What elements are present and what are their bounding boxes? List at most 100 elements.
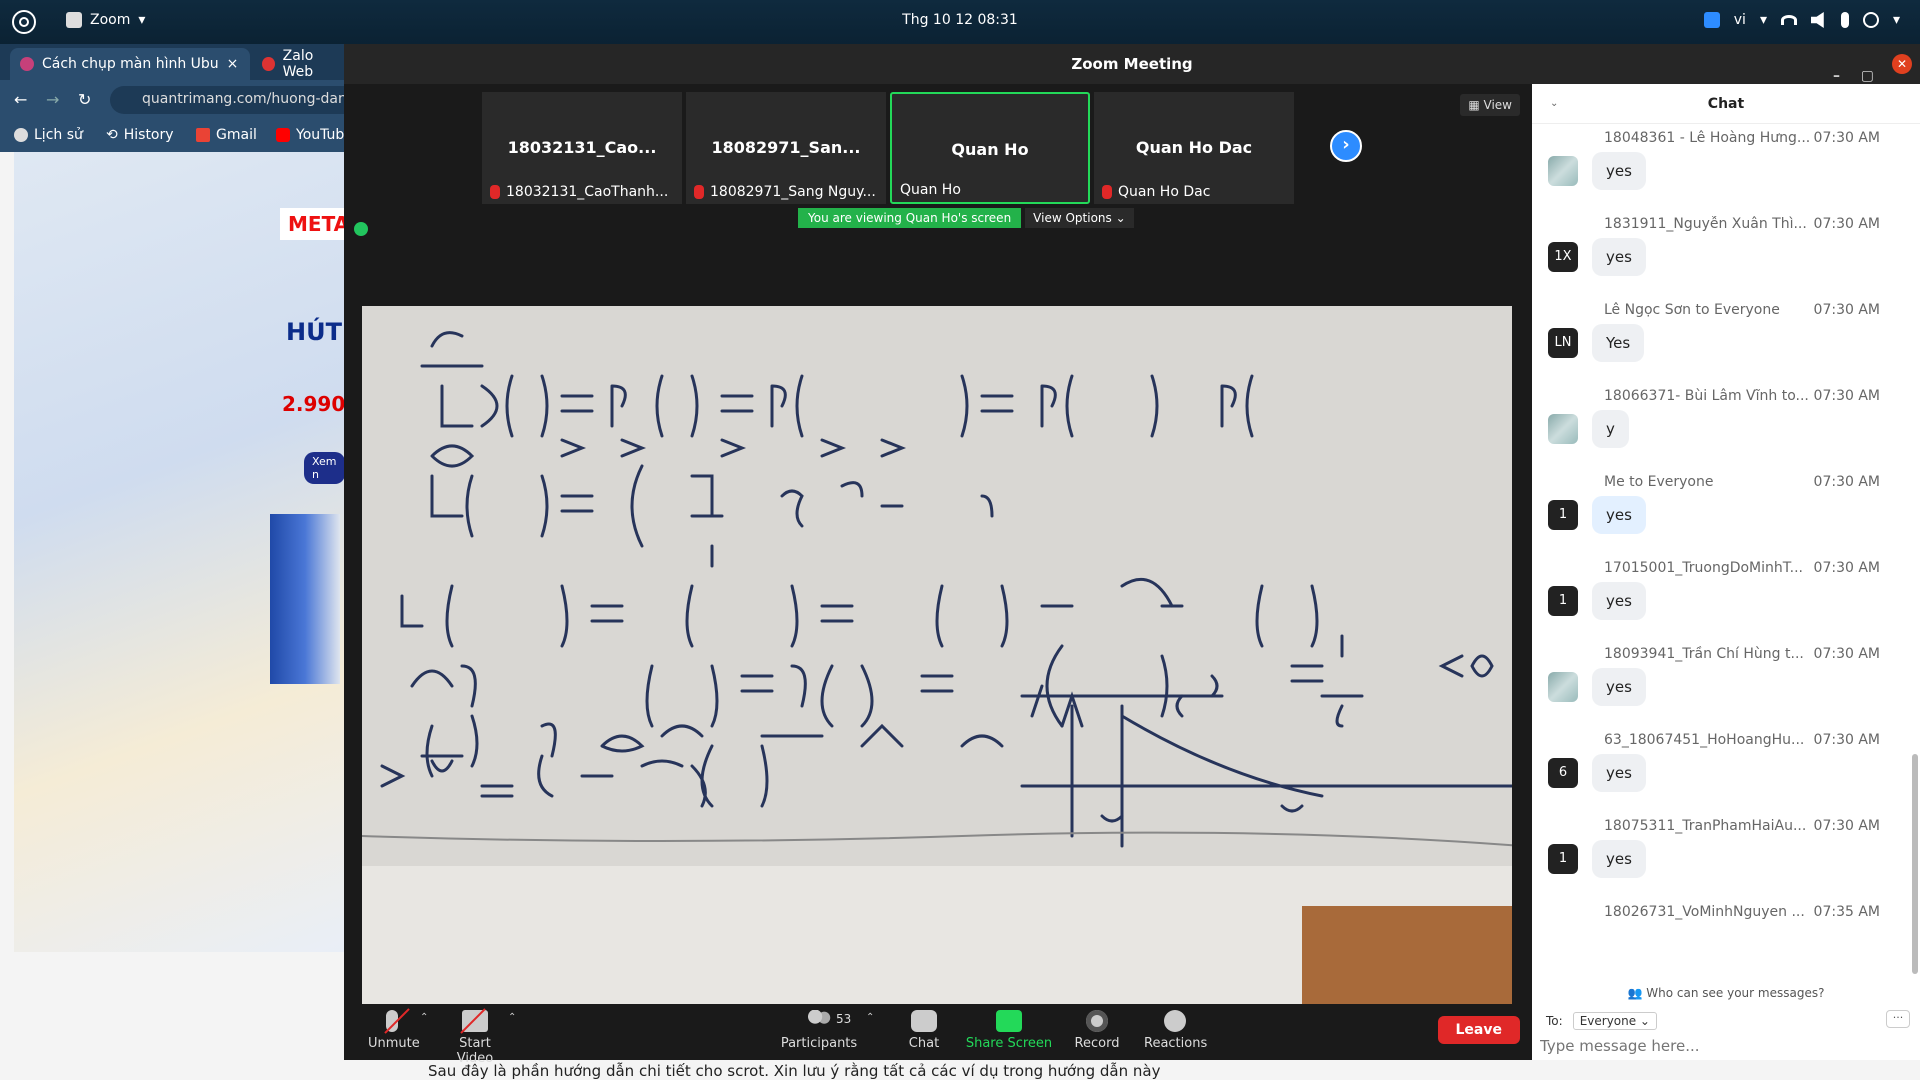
ad-cta-button[interactable]: Xem n bbox=[304, 452, 345, 484]
message-time: 07:35 AM bbox=[1813, 904, 1880, 920]
message-bubble: Yes bbox=[1592, 324, 1645, 362]
chat-messages[interactable]: 18048361 - Lê Hoàng Hưng... 07:30 AM yes 1X… bbox=[1532, 130, 1920, 930]
power-icon[interactable] bbox=[1862, 12, 1879, 28]
unmute-button[interactable]: Unmute bbox=[368, 1010, 420, 1051]
message-sender: 18075311_TranPhamHaiAu... bbox=[1604, 818, 1807, 834]
participant-thumb-active[interactable]: Quan Ho Quan Ho bbox=[890, 92, 1090, 204]
forward-arrow-icon[interactable]: → bbox=[46, 90, 59, 109]
tab-favicon-icon bbox=[262, 57, 275, 71]
chat-message: 1X 1831911_Nguyễn Xuân Thì... 07:30 AM yes bbox=[1532, 216, 1920, 302]
record-label: Record bbox=[1074, 1036, 1120, 1051]
message-bubble: yes bbox=[1592, 840, 1646, 878]
meeting-stage: 18032131_Cao... 18032131_CaoThanh... 180… bbox=[344, 84, 1532, 1046]
participant-name-large: 18032131_Cao... bbox=[507, 138, 657, 157]
participant-label: Quan Ho bbox=[900, 182, 961, 198]
microphone-icon[interactable] bbox=[1840, 12, 1849, 28]
participants-button[interactable]: 53 Participants bbox=[778, 1010, 860, 1051]
chat-label: Chat bbox=[908, 1036, 940, 1051]
gmail-icon bbox=[196, 128, 210, 142]
advertisement-banner[interactable]: META HÚT 2.990 Xem n bbox=[14, 152, 358, 952]
chevron-up-icon[interactable]: ⌃ bbox=[420, 1012, 428, 1023]
record-button[interactable]: Record bbox=[1074, 1010, 1120, 1051]
bookmark-youtube[interactable]: YouTube bbox=[276, 127, 353, 143]
chat-message: 1 Me to Everyone 07:30 AM yes bbox=[1532, 474, 1920, 560]
avatar[interactable]: LN bbox=[1548, 328, 1578, 358]
ad-headline: HÚT bbox=[286, 318, 342, 346]
tab-title: Zalo Web bbox=[282, 48, 314, 80]
avatar[interactable]: 1 bbox=[1548, 586, 1578, 616]
chat-panel: ⌄ Chat 18048361 - Lê Hoàng Hưng... 07:30 … bbox=[1532, 84, 1920, 1060]
view-options-button[interactable]: View Options ⌄ bbox=[1025, 208, 1134, 228]
message-sender: 1831911_Nguyễn Xuân Thì... bbox=[1604, 216, 1807, 232]
next-page-button[interactable]: › bbox=[1330, 130, 1362, 162]
avatar[interactable] bbox=[1548, 156, 1578, 186]
avatar[interactable]: 1X bbox=[1548, 242, 1578, 272]
message-time: 07:30 AM bbox=[1813, 388, 1880, 404]
bookmark-history-vi[interactable]: Lịch sử bbox=[14, 127, 83, 143]
message-time: 07:30 AM bbox=[1813, 216, 1880, 232]
system-clock[interactable]: Thg 10 12 08:31 bbox=[0, 12, 1920, 28]
bookmark-history[interactable]: ⟲ History bbox=[106, 127, 174, 143]
chat-message: 18048361 - Lê Hoàng Hưng... 07:30 AM yes bbox=[1532, 130, 1920, 216]
viewing-banner: You are viewing Quan Ho's screen View Op… bbox=[798, 208, 1134, 228]
globe-icon bbox=[14, 128, 28, 142]
participant-thumb[interactable]: 18032131_Cao... 18032131_CaoThanh... bbox=[482, 92, 682, 204]
chat-message: 18066371- Bùi Lâm Vĩnh to... 07:30 AM y bbox=[1532, 388, 1920, 474]
chevron-up-icon[interactable]: ⌃ bbox=[866, 1012, 874, 1023]
recipient-select[interactable]: Everyone ⌄ bbox=[1572, 1012, 1657, 1030]
message-time: 07:30 AM bbox=[1813, 560, 1880, 576]
message-time: 07:30 AM bbox=[1813, 646, 1880, 662]
avatar[interactable] bbox=[1548, 414, 1578, 444]
chevron-down-icon: ▾ bbox=[1759, 12, 1767, 28]
message-sender: 18066371- Bùi Lâm Vĩnh to... bbox=[1604, 388, 1809, 404]
volume-icon[interactable] bbox=[1810, 12, 1824, 28]
view-button[interactable]: ▦ View bbox=[1460, 94, 1520, 116]
message-time: 07:30 AM bbox=[1813, 302, 1880, 318]
reload-icon[interactable]: ↻ bbox=[78, 90, 91, 109]
input-language[interactable]: vi bbox=[1734, 12, 1746, 28]
message-bubble: yes bbox=[1592, 496, 1646, 534]
tab-title: Cách chụp màn hình Ubu bbox=[42, 56, 219, 72]
avatar[interactable]: 1 bbox=[1548, 500, 1578, 530]
privacy-link[interactable]: 👥 Who can see your messages? bbox=[1532, 986, 1920, 1000]
wifi-icon[interactable] bbox=[1780, 15, 1797, 25]
close-icon[interactable]: ✕ bbox=[1892, 54, 1912, 74]
ad-product-image bbox=[270, 514, 340, 684]
more-options-button[interactable]: ··· bbox=[1886, 1010, 1910, 1028]
encryption-shield-icon[interactable] bbox=[354, 222, 368, 236]
history-icon: ⟲ bbox=[106, 127, 118, 143]
start-video-button[interactable]: Start Video bbox=[440, 1010, 510, 1066]
avatar[interactable]: 1 bbox=[1548, 844, 1578, 874]
chat-scrollbar[interactable] bbox=[1912, 754, 1918, 974]
avatar[interactable] bbox=[1548, 672, 1578, 702]
participant-name: 18032131_CaoThanh... bbox=[506, 184, 669, 200]
participant-thumb[interactable]: Quan Ho Dac Quan Ho Dac bbox=[1094, 92, 1294, 204]
participant-name: Quan Ho Dac bbox=[1118, 184, 1211, 200]
message-time: 07:30 AM bbox=[1813, 818, 1880, 834]
participant-thumb[interactable]: 18082971_San... 18082971_Sang Nguy... bbox=[686, 92, 886, 204]
shared-screen[interactable] bbox=[362, 306, 1512, 1046]
system-top-bar: Zoom ▾ Thg 10 12 08:31 vi ▾ ▾ bbox=[0, 0, 1920, 44]
ad-price: 2.990 bbox=[282, 392, 346, 416]
participants-label: Participants bbox=[780, 1036, 858, 1051]
browser-tab-quantrimang[interactable]: Cách chụp màn hình Ubu × bbox=[10, 48, 250, 80]
bookmark-gmail[interactable]: Gmail bbox=[196, 127, 257, 143]
chevron-up-icon[interactable]: ⌃ bbox=[508, 1012, 516, 1023]
tab-favicon-icon bbox=[20, 57, 34, 71]
leave-button[interactable]: Leave bbox=[1437, 1016, 1520, 1044]
close-icon[interactable]: × bbox=[227, 56, 239, 72]
participant-name: 18082971_Sang Nguy... bbox=[710, 184, 876, 200]
reactions-button[interactable]: Reactions bbox=[1144, 1010, 1207, 1051]
chat-button[interactable]: Chat bbox=[904, 1010, 944, 1051]
message-bubble: yes bbox=[1592, 152, 1646, 190]
back-arrow-icon[interactable]: ← bbox=[14, 90, 27, 109]
collapse-chevron-icon[interactable]: ⌄ bbox=[1550, 84, 1558, 124]
chat-message-input[interactable] bbox=[1540, 1034, 1910, 1058]
share-screen-button[interactable]: Share Screen bbox=[964, 1010, 1054, 1051]
to-label: To: bbox=[1546, 1014, 1563, 1028]
meeting-controls: Unmute ⌃ Start Video ⌃ 53 Participants ⌃… bbox=[344, 1004, 1532, 1066]
chat-message: 1 17015001_TruongDoMinhT... 07:30 AM yes bbox=[1532, 560, 1920, 646]
zoom-tray-icon[interactable] bbox=[1703, 12, 1720, 28]
browser-tab-zalo[interactable]: Zalo Web bbox=[252, 48, 352, 80]
avatar[interactable]: 6 bbox=[1548, 758, 1578, 788]
